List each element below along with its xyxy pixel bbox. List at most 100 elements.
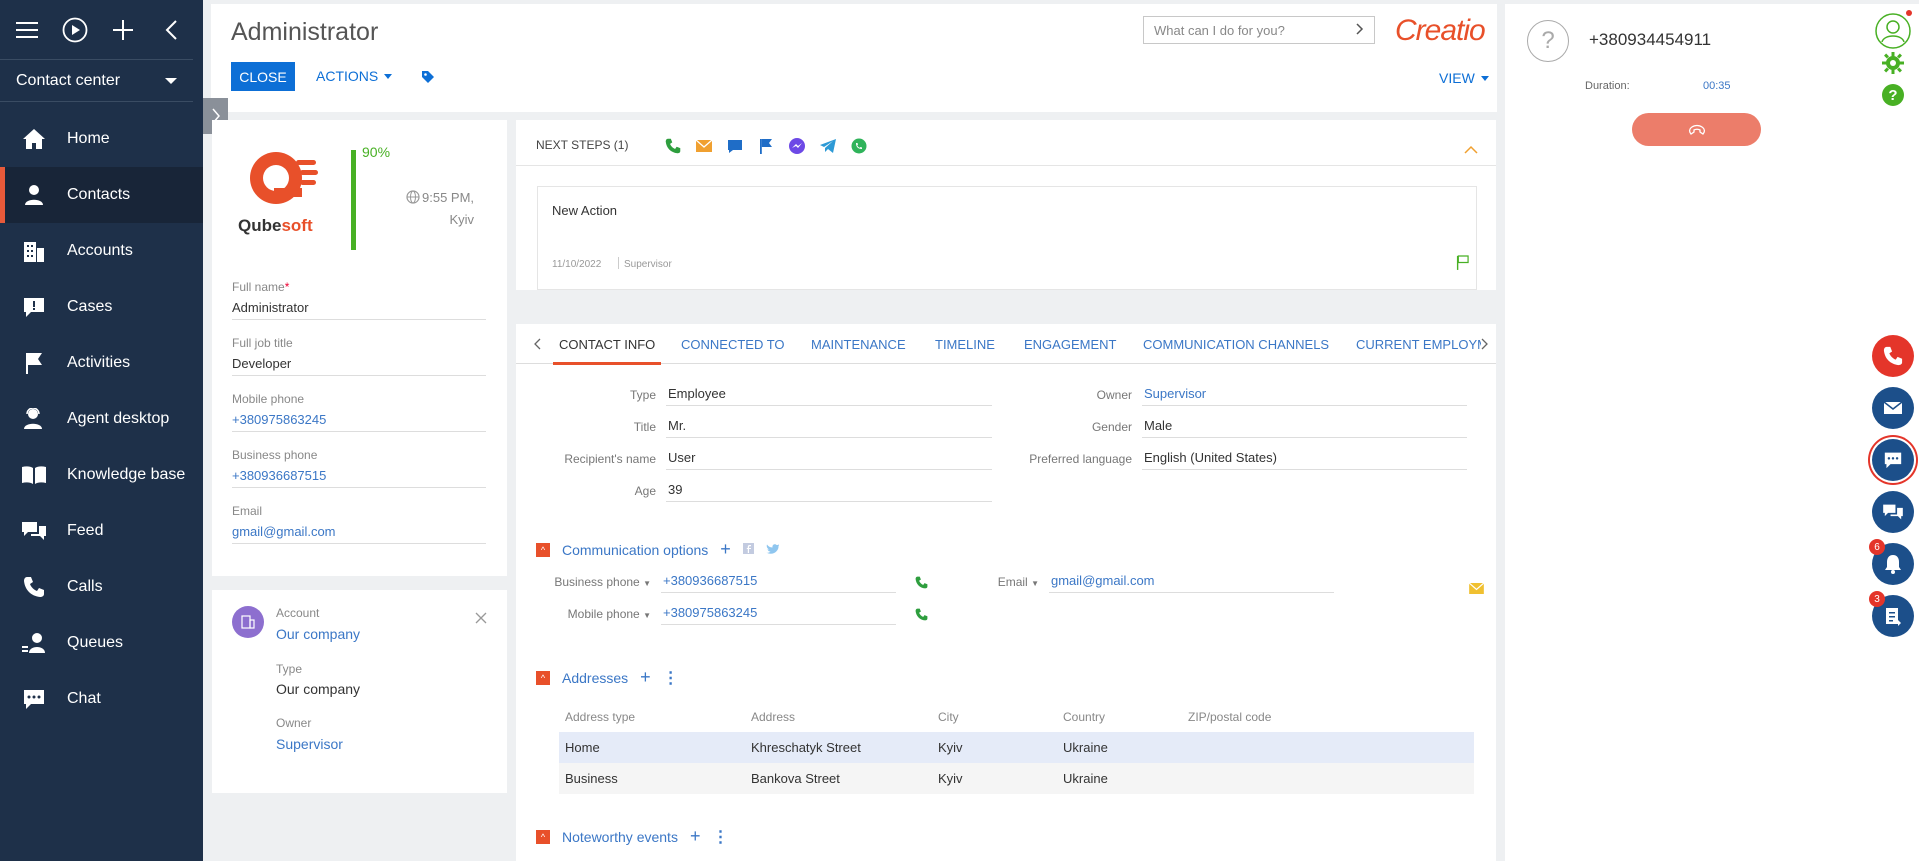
chevron-up-icon[interactable]: ^ bbox=[536, 670, 550, 685]
chevron-up-icon[interactable]: ^ bbox=[536, 542, 550, 557]
chevron-right-icon[interactable] bbox=[1481, 338, 1488, 353]
user-profile-icon[interactable] bbox=[1872, 10, 1914, 52]
view-menu-button[interactable]: VIEW bbox=[1439, 70, 1489, 86]
sidebar-item-label: Agent desktop bbox=[67, 410, 170, 427]
process-play-icon[interactable] bbox=[62, 17, 88, 43]
actions-menu-button[interactable]: ACTIONS bbox=[316, 68, 393, 84]
close-icon[interactable] bbox=[475, 612, 487, 627]
gender-field[interactable]: Gender Male bbox=[992, 418, 1467, 438]
tab-timeline[interactable]: TIMELINE bbox=[935, 337, 995, 352]
chevron-up-icon[interactable] bbox=[1464, 142, 1478, 157]
sidebar-item-activities[interactable]: Activities bbox=[0, 335, 203, 391]
message-icon[interactable] bbox=[726, 137, 744, 155]
telegram-icon[interactable] bbox=[819, 137, 837, 155]
tab-maintenance[interactable]: MAINTENANCE bbox=[811, 337, 906, 352]
task-flag-icon[interactable] bbox=[757, 137, 775, 155]
sidebar-item-home[interactable]: Home bbox=[0, 111, 203, 167]
add-icon[interactable]: + bbox=[640, 667, 651, 688]
business-phone-type-selector[interactable]: Business phone ▼ bbox=[516, 575, 661, 593]
age-field[interactable]: Age 39 bbox=[516, 482, 992, 502]
add-icon[interactable]: + bbox=[720, 539, 731, 560]
title-field[interactable]: Title Mr. bbox=[516, 418, 992, 438]
owner-field[interactable]: Owner Supervisor bbox=[992, 386, 1467, 406]
tab-engagement[interactable]: ENGAGEMENT bbox=[1024, 337, 1116, 352]
call-icon[interactable] bbox=[664, 137, 682, 155]
twitter-icon[interactable] bbox=[766, 542, 780, 557]
mobile-phone-type-selector[interactable]: Mobile phone ▼ bbox=[516, 607, 661, 625]
email-field[interactable]: Email gmail@gmail.com bbox=[232, 504, 486, 544]
command-search-input[interactable]: What can I do for you? bbox=[1143, 16, 1375, 44]
tab-communication-channels[interactable]: COMMUNICATION CHANNELS bbox=[1143, 337, 1329, 352]
sidebar-item-knowledge-base[interactable]: Knowledge base bbox=[0, 447, 203, 503]
account-link[interactable]: Our company bbox=[276, 626, 360, 642]
sidebar-item-accounts[interactable]: Accounts bbox=[0, 223, 203, 279]
column-header[interactable]: City bbox=[938, 710, 959, 724]
more-options-icon[interactable]: ⋮ bbox=[663, 668, 679, 688]
chevron-up-icon[interactable]: ^ bbox=[536, 829, 550, 844]
close-button[interactable]: CLOSE bbox=[231, 62, 295, 91]
flag-icon[interactable] bbox=[1456, 255, 1469, 273]
more-options-icon[interactable]: ⋮ bbox=[712, 827, 728, 847]
tab-contact-info[interactable]: CONTACT INFO bbox=[552, 337, 662, 365]
chevron-left-icon[interactable] bbox=[534, 338, 541, 353]
addresses-section[interactable]: ^ Addresses + ⋮ bbox=[536, 667, 679, 688]
mobile-phone-field[interactable]: Mobile phone +380975863245 bbox=[232, 392, 486, 432]
menu-icon[interactable] bbox=[14, 17, 40, 43]
table-row[interactable]: Business Bankova Street Kyiv Ukraine bbox=[559, 763, 1474, 794]
sidebar-item-contacts[interactable]: Contacts bbox=[0, 167, 203, 223]
recipient-name-field[interactable]: Recipient's name User bbox=[516, 450, 992, 470]
phone-call-icon[interactable] bbox=[1872, 335, 1914, 377]
sidebar-item-chat[interactable]: Chat bbox=[0, 671, 203, 727]
workspace-selector[interactable]: Contact center bbox=[0, 60, 193, 102]
email-panel-icon[interactable] bbox=[1872, 387, 1914, 429]
tag-icon[interactable] bbox=[421, 70, 435, 87]
email-value[interactable]: gmail@gmail.com bbox=[1049, 573, 1334, 593]
chat-panel-icon[interactable] bbox=[1872, 439, 1914, 481]
owner-link[interactable]: Supervisor bbox=[276, 736, 343, 752]
noteworthy-events-section[interactable]: ^ Noteworthy events + ⋮ bbox=[536, 826, 728, 847]
gear-icon[interactable] bbox=[1872, 48, 1914, 78]
communication-options-section[interactable]: ^ Communication options + bbox=[536, 539, 780, 560]
column-header[interactable]: ZIP/postal code bbox=[1188, 710, 1271, 724]
feed-panel-icon[interactable] bbox=[1872, 491, 1914, 533]
table-row[interactable]: Home Khreschatyk Street Kyiv Ukraine bbox=[559, 732, 1474, 763]
email-icon[interactable] bbox=[695, 137, 713, 155]
job-title-field[interactable]: Full job title Developer bbox=[232, 336, 486, 376]
whatsapp-icon[interactable] bbox=[850, 137, 868, 155]
mobile-phone-row[interactable]: Mobile phone ▼ +380975863245 bbox=[516, 605, 896, 625]
business-phone-value[interactable]: +380936687515 bbox=[232, 468, 486, 487]
help-icon[interactable]: ? bbox=[1872, 82, 1914, 108]
collapse-sidebar-icon[interactable] bbox=[158, 17, 184, 43]
add-icon[interactable] bbox=[110, 17, 136, 43]
column-header[interactable]: Address bbox=[751, 710, 795, 724]
facebook-icon[interactable] bbox=[742, 542, 754, 557]
messenger-icon[interactable] bbox=[788, 137, 806, 155]
column-header[interactable]: Country bbox=[1063, 710, 1105, 724]
email-value[interactable]: gmail@gmail.com bbox=[232, 524, 486, 543]
tab-connected-to[interactable]: CONNECTED TO bbox=[681, 337, 785, 352]
sidebar-item-agent-desktop[interactable]: Agent desktop bbox=[0, 391, 203, 447]
full-name-field[interactable]: Full name* Administrator bbox=[232, 280, 486, 320]
tab-current-employment[interactable]: CURRENT EMPLOYM bbox=[1356, 337, 1481, 352]
sidebar-item-cases[interactable]: Cases bbox=[0, 279, 203, 335]
email-type-selector[interactable]: Email ▼ bbox=[904, 575, 1049, 593]
business-phone-value[interactable]: +380936687515 bbox=[661, 573, 896, 593]
field-value[interactable]: Supervisor bbox=[1142, 386, 1467, 406]
preferred-language-field[interactable]: Preferred language English (United State… bbox=[992, 450, 1467, 470]
next-step-item[interactable]: New Action 11/10/2022 Supervisor bbox=[537, 186, 1477, 290]
contact-photo[interactable]: Qubesoft bbox=[234, 144, 334, 244]
column-header[interactable]: Address type bbox=[565, 710, 635, 724]
send-email-icon[interactable] bbox=[1468, 582, 1485, 597]
call-mobile-phone-icon[interactable] bbox=[915, 608, 928, 624]
business-phone-row[interactable]: Business phone ▼ +380936687515 bbox=[516, 573, 896, 593]
sidebar-item-feed[interactable]: Feed bbox=[0, 503, 203, 559]
hang-up-button[interactable] bbox=[1632, 113, 1761, 146]
mobile-phone-value[interactable]: +380975863245 bbox=[232, 412, 486, 431]
business-phone-field[interactable]: Business phone +380936687515 bbox=[232, 448, 486, 488]
sidebar-item-calls[interactable]: Calls bbox=[0, 559, 203, 615]
email-row[interactable]: Email ▼ gmail@gmail.com bbox=[904, 573, 1334, 593]
type-field[interactable]: Type Employee bbox=[516, 386, 992, 406]
mobile-phone-value[interactable]: +380975863245 bbox=[661, 605, 896, 625]
sidebar-item-queues[interactable]: Queues bbox=[0, 615, 203, 671]
add-icon[interactable]: + bbox=[690, 826, 701, 847]
